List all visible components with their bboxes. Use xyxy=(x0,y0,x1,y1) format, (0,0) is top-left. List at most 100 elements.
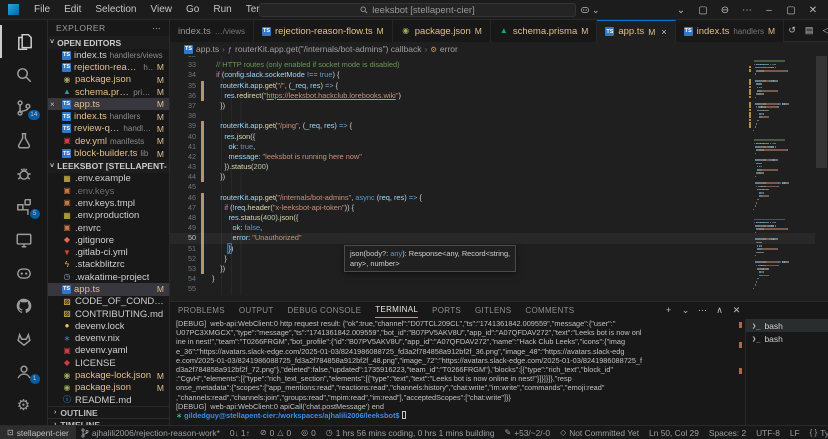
section-outline[interactable]: ›OUTLINE xyxy=(48,406,169,418)
activity-source-control[interactable]: 14 xyxy=(0,91,48,124)
encoding[interactable]: UTF-8 xyxy=(751,426,785,439)
panel-tab-gitlens[interactable]: GITLENS xyxy=(475,302,511,318)
eol[interactable]: LF xyxy=(785,426,805,439)
file-.gitignore[interactable]: ◆.gitignore xyxy=(48,234,169,246)
maximize-icon[interactable]: ▢ xyxy=(780,5,802,16)
file-.envrc[interactable]: ▣.envrc xyxy=(48,222,169,234)
ports[interactable]: ◎0 xyxy=(296,426,321,439)
tab-index.ts[interactable]: TSindex.tshandlersM xyxy=(676,20,785,42)
panel-tab-problems[interactable]: PROBLEMS xyxy=(178,302,225,318)
indentation[interactable]: Spaces: 2 xyxy=(704,426,751,439)
file-devenv.lock[interactable]: ●devenv.lock xyxy=(48,320,169,332)
open-editor-rejection-reason-flow.ts[interactable]: TSrejection-reason-flow.tsha...M xyxy=(48,61,169,73)
git-sync[interactable]: 0↓ 1↑ xyxy=(225,426,255,439)
open-editor-review-queue.ts[interactable]: TSreview-queue.tshandlers/a...M xyxy=(48,123,169,135)
editor-scrollbar[interactable] xyxy=(815,56,828,301)
open-editors-header[interactable]: ˅OPEN EDITORS xyxy=(48,36,169,49)
launch-profile-icon[interactable]: ⌄ xyxy=(678,305,693,316)
open-editor-app.ts[interactable]: ×TSapp.tsM xyxy=(48,98,169,110)
project-section-header[interactable]: ˅LEEKSBOT [STELLAPENT-CIER] xyxy=(48,160,169,173)
file-.gitlab-ci.yml[interactable]: ▼.gitlab-ci.yml xyxy=(48,246,169,258)
activity-explorer[interactable] xyxy=(0,25,48,58)
command-center-search[interactable]: leeksbot [stellapent-cier] xyxy=(259,3,576,17)
minimap[interactable] xyxy=(749,56,815,301)
tab-app.ts[interactable]: TSapp.tsM× xyxy=(597,20,675,42)
activity-copilot[interactable] xyxy=(0,256,48,289)
cursor-position[interactable]: Ln 50, Col 29 xyxy=(644,426,704,439)
new-terminal-icon[interactable]: + xyxy=(661,305,676,315)
open-editor-index.ts[interactable]: TSindex.tshandlers/views xyxy=(48,49,169,61)
menu-selection[interactable]: Selection xyxy=(88,4,143,15)
activity-accounts[interactable]: 1 xyxy=(0,355,48,388)
open-editor-schema.prisma[interactable]: ▲schema.prismaprismaM xyxy=(48,86,169,98)
activity-gitlab[interactable] xyxy=(0,322,48,355)
file-app.ts[interactable]: TSapp.tsM xyxy=(48,283,169,295)
menu-go[interactable]: Go xyxy=(179,4,206,15)
more-actions-icon[interactable]: ⋯ xyxy=(736,5,758,16)
panel-tab-ports[interactable]: PORTS xyxy=(432,302,461,318)
local-history-icon[interactable]: ↺ xyxy=(784,25,800,36)
minimize-icon[interactable]: – xyxy=(758,5,780,16)
terminal[interactable]: [DEBUG] web-api:WebClient:0 http request… xyxy=(176,319,744,425)
menu-file[interactable]: File xyxy=(27,4,57,15)
file-.env.example[interactable]: ▦.env.example xyxy=(48,173,169,185)
breadcrumb-item[interactable]: error xyxy=(440,44,458,54)
menu-run[interactable]: Run xyxy=(206,4,238,15)
file-license[interactable]: ◆LICENSE xyxy=(48,357,169,369)
close-icon[interactable]: ✕ xyxy=(802,5,824,16)
close-panel-icon[interactable]: ✕ xyxy=(729,305,744,316)
file-contributing.md[interactable]: ▨CONTRIBUTING.md xyxy=(48,308,169,320)
commit-status[interactable]: ◇Not Committed Yet xyxy=(555,426,644,439)
activity-run-and-debug[interactable] xyxy=(0,157,48,190)
activity-testing[interactable] xyxy=(0,124,48,157)
breadcrumb-item[interactable]: routerKit.app.get("/internals/bot-admins… xyxy=(235,44,422,54)
breadcrumb-item[interactable]: app.ts xyxy=(196,44,219,54)
activity-github[interactable] xyxy=(0,289,48,322)
close-icon[interactable]: × xyxy=(661,27,666,37)
file-code_of_conduct.md[interactable]: ▨CODE_OF_CONDUCT.md xyxy=(48,296,169,308)
breadcrumb[interactable]: TSapp.ts›ƒrouterKit.app.get("/internals/… xyxy=(170,42,828,56)
zoom-out-icon[interactable]: ⊖ xyxy=(714,5,736,16)
problems[interactable]: ⊘0△0 xyxy=(255,426,296,439)
more-actions-icon[interactable]: ⋯ xyxy=(152,23,161,34)
file-.wakatime-project[interactable]: ◷.wakatime-project xyxy=(48,271,169,283)
menu-edit[interactable]: Edit xyxy=(57,4,88,15)
tab-schema.prisma[interactable]: ▲schema.prismaM xyxy=(491,20,598,42)
panel-tab-output[interactable]: OUTPUT xyxy=(239,302,274,318)
chevron-down-icon[interactable]: ⌄ xyxy=(670,5,692,16)
remote-indicator[interactable]: ⊡stellapent-cier xyxy=(0,426,76,439)
file-readme.md[interactable]: ⓘREADME.md xyxy=(48,394,169,406)
file-package.json[interactable]: ◉package.jsonM xyxy=(48,382,169,394)
more-actions-icon[interactable]: ⋯ xyxy=(695,305,710,316)
activity-remote-explorer[interactable] xyxy=(0,223,48,256)
file-devenv.nix[interactable]: ∗devenv.nix xyxy=(48,333,169,345)
file-.env.production[interactable]: ▦.env.production xyxy=(48,210,169,222)
terminal-session-bash[interactable]: ❯_bash xyxy=(746,319,828,332)
menu-view[interactable]: View xyxy=(144,4,180,15)
tab-package.json[interactable]: ◉package.jsonM xyxy=(393,20,491,42)
open-editor-index.ts[interactable]: TSindex.tshandlersM xyxy=(48,110,169,122)
code-editor[interactable]: 3233 // HTTP routes (only enabled if soc… xyxy=(170,56,828,301)
run-file-icon[interactable]: ▤ xyxy=(801,25,817,36)
copilot-menu[interactable]: ⌄ xyxy=(580,0,600,20)
section-timeline[interactable]: ›TIMELINE xyxy=(48,418,169,425)
panel-tab-debug-console[interactable]: DEBUG CONSOLE xyxy=(288,302,362,318)
maximize-panel-icon[interactable]: ∧ xyxy=(712,305,727,316)
activity-extensions[interactable]: 5 xyxy=(0,190,48,223)
close-icon[interactable]: × xyxy=(50,100,55,109)
file-changes[interactable]: ✎+53/~2/-0 xyxy=(500,426,556,439)
layout-panel-icon[interactable]: ▢ xyxy=(692,5,714,16)
activity-search[interactable] xyxy=(0,58,48,91)
tab-index.ts[interactable]: index.ts…/views xyxy=(170,20,254,42)
file-.env.keys.tmpl[interactable]: ▣.env.keys.tmpl xyxy=(48,197,169,209)
terminal-session-bash[interactable]: ❯_bash xyxy=(746,332,828,345)
open-editor-package.json[interactable]: ◉package.jsonM xyxy=(48,74,169,86)
activity-settings[interactable]: ⚙ xyxy=(0,388,48,421)
file-.stackblitzrc[interactable]: ϟ.stackblitzrc xyxy=(48,259,169,271)
open-editor-dev.yml[interactable]: ▣dev.ymlmanifestsM xyxy=(48,135,169,147)
open-editor-block-builder.ts[interactable]: TSblock-builder.tslibM xyxy=(48,147,169,159)
git-branch[interactable]: ajhalili2006/rejection-reason-work* xyxy=(76,426,225,439)
panel-tab-comments[interactable]: COMMENTS xyxy=(525,302,574,318)
file-devenv.yaml[interactable]: ▣devenv.yaml xyxy=(48,345,169,357)
file-.env.keys[interactable]: ▣.env.keys xyxy=(48,185,169,197)
